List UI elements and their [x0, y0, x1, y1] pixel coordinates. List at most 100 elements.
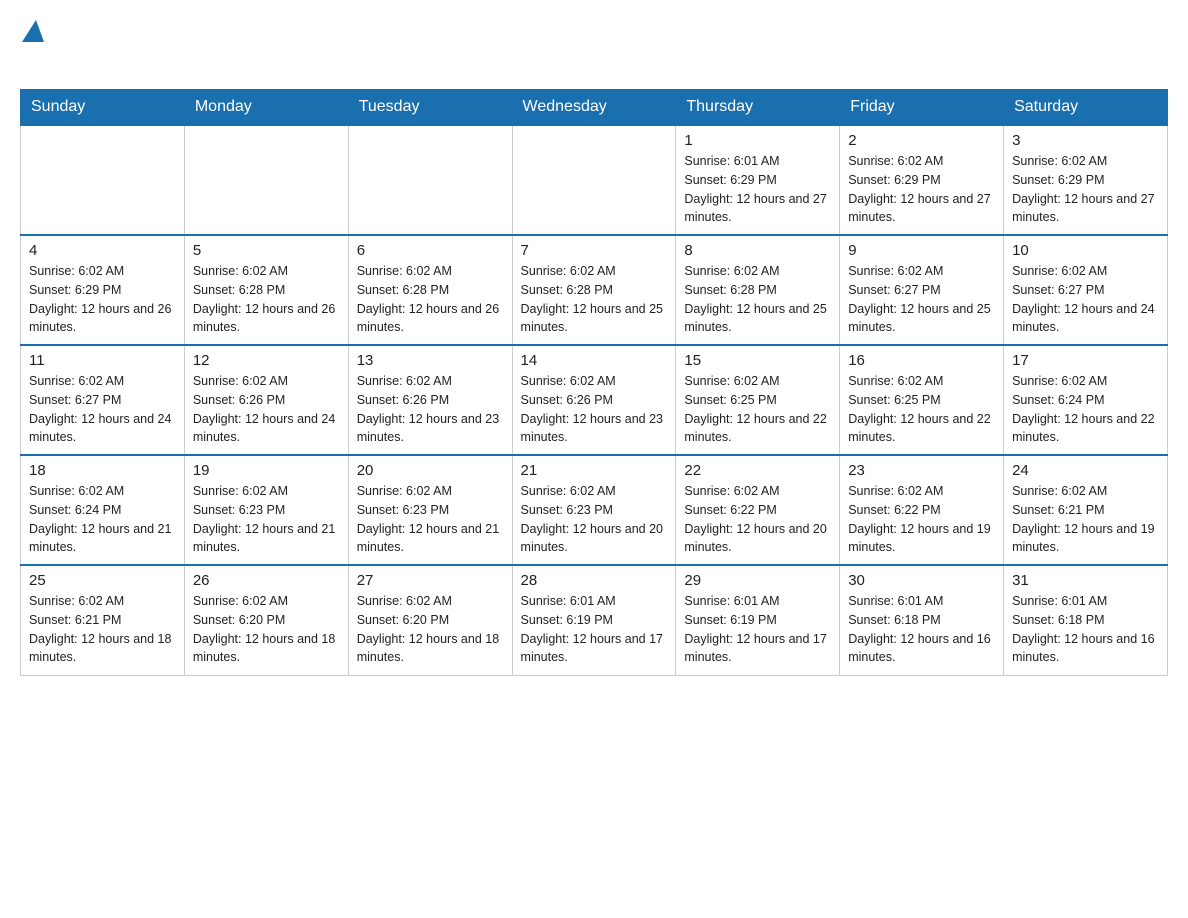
day-number: 18 — [29, 462, 176, 479]
calendar-cell: 22 Sunrise: 6:02 AMSunset: 6:22 PMDayligh… — [676, 455, 840, 565]
calendar-cell: 27 Sunrise: 6:02 AMSunset: 6:20 PMDayligh… — [348, 565, 512, 675]
day-number: 30 — [848, 572, 995, 589]
column-header-friday: Friday — [840, 90, 1004, 126]
day-number: 9 — [848, 242, 995, 259]
day-info: Sunrise: 6:02 AMSunset: 6:28 PMDaylight:… — [521, 262, 668, 337]
calendar-cell: 3 Sunrise: 6:02 AMSunset: 6:29 PMDaylight… — [1004, 125, 1168, 235]
calendar-cell — [21, 125, 185, 235]
calendar-cell: 1 Sunrise: 6:01 AMSunset: 6:29 PMDaylight… — [676, 125, 840, 235]
calendar-week-3: 11 Sunrise: 6:02 AMSunset: 6:27 PMDayligh… — [21, 345, 1168, 455]
calendar-cell: 30Sunrise: 6:01 AMSunset: 6:18 PMDayligh… — [840, 565, 1004, 675]
calendar-cell: 5 Sunrise: 6:02 AMSunset: 6:28 PMDaylight… — [184, 235, 348, 345]
day-number: 8 — [684, 242, 831, 259]
calendar-cell: 14 Sunrise: 6:02 AMSunset: 6:26 PMDayligh… — [512, 345, 676, 455]
day-info: Sunrise: 6:02 AMSunset: 6:22 PMDaylight:… — [684, 482, 831, 557]
day-info: Sunrise: 6:02 AMSunset: 6:28 PMDaylight:… — [357, 262, 504, 337]
day-info: Sunrise: 6:02 AMSunset: 6:20 PMDaylight:… — [357, 592, 504, 667]
day-info: Sunrise: 6:02 AMSunset: 6:29 PMDaylight:… — [848, 152, 995, 227]
day-info: Sunrise: 6:02 AMSunset: 6:27 PMDaylight:… — [29, 372, 176, 447]
column-header-saturday: Saturday — [1004, 90, 1168, 126]
calendar-cell: 17Sunrise: 6:02 AMSunset: 6:24 PMDayligh… — [1004, 345, 1168, 455]
day-info: Sunrise: 6:02 AMSunset: 6:22 PMDaylight:… — [848, 482, 995, 557]
logo-triangle-icon — [22, 20, 44, 42]
calendar-cell: 24 Sunrise: 6:02 AMSunset: 6:21 PMDayligh… — [1004, 455, 1168, 565]
day-info: Sunrise: 6:02 AMSunset: 6:25 PMDaylight:… — [848, 372, 995, 447]
column-header-wednesday: Wednesday — [512, 90, 676, 126]
day-number: 20 — [357, 462, 504, 479]
day-number: 25 — [29, 572, 176, 589]
day-info: Sunrise: 6:01 AMSunset: 6:29 PMDaylight:… — [684, 152, 831, 227]
calendar-cell: 19Sunrise: 6:02 AMSunset: 6:23 PMDayligh… — [184, 455, 348, 565]
calendar-cell: 15 Sunrise: 6:02 AMSunset: 6:25 PMDayligh… — [676, 345, 840, 455]
day-info: Sunrise: 6:02 AMSunset: 6:26 PMDaylight:… — [521, 372, 668, 447]
day-info: Sunrise: 6:02 AMSunset: 6:29 PMDaylight:… — [1012, 152, 1159, 227]
calendar-week-5: 25 Sunrise: 6:02 AMSunset: 6:21 PMDayligh… — [21, 565, 1168, 675]
day-number: 29 — [684, 572, 831, 589]
day-info: Sunrise: 6:02 AMSunset: 6:21 PMDaylight:… — [1012, 482, 1159, 557]
calendar-cell: 16 Sunrise: 6:02 AMSunset: 6:25 PMDayligh… — [840, 345, 1004, 455]
calendar-cell: 18 Sunrise: 6:02 AMSunset: 6:24 PMDayligh… — [21, 455, 185, 565]
calendar-week-4: 18 Sunrise: 6:02 AMSunset: 6:24 PMDayligh… — [21, 455, 1168, 565]
day-number: 22 — [684, 462, 831, 479]
column-header-sunday: Sunday — [21, 90, 185, 126]
day-number: 15 — [684, 352, 831, 369]
day-number: 24 — [1012, 462, 1159, 479]
day-info: Sunrise: 6:02 AMSunset: 6:24 PMDaylight:… — [1012, 372, 1159, 447]
calendar-cell: 23 Sunrise: 6:02 AMSunset: 6:22 PMDayligh… — [840, 455, 1004, 565]
calendar-cell: 25 Sunrise: 6:02 AMSunset: 6:21 PMDayligh… — [21, 565, 185, 675]
day-number: 28 — [521, 572, 668, 589]
day-number: 7 — [521, 242, 668, 259]
day-number: 1 — [684, 132, 831, 149]
day-info: Sunrise: 6:02 AMSunset: 6:28 PMDaylight:… — [193, 262, 340, 337]
calendar-header-row: SundayMondayTuesdayWednesdayThursdayFrid… — [21, 90, 1168, 126]
calendar-cell: 6 Sunrise: 6:02 AMSunset: 6:28 PMDaylight… — [348, 235, 512, 345]
day-number: 11 — [29, 352, 176, 369]
calendar-cell: 11 Sunrise: 6:02 AMSunset: 6:27 PMDayligh… — [21, 345, 185, 455]
day-info: Sunrise: 6:02 AMSunset: 6:23 PMDaylight:… — [357, 482, 504, 557]
day-number: 27 — [357, 572, 504, 589]
day-info: Sunrise: 6:02 AMSunset: 6:25 PMDaylight:… — [684, 372, 831, 447]
day-number: 10 — [1012, 242, 1159, 259]
day-info: Sunrise: 6:02 AMSunset: 6:26 PMDaylight:… — [357, 372, 504, 447]
day-info: Sunrise: 6:02 AMSunset: 6:20 PMDaylight:… — [193, 592, 340, 667]
calendar-week-1: 1 Sunrise: 6:01 AMSunset: 6:29 PMDaylight… — [21, 125, 1168, 235]
calendar-cell: 21Sunrise: 6:02 AMSunset: 6:23 PMDayligh… — [512, 455, 676, 565]
day-number: 13 — [357, 352, 504, 369]
calendar-cell: 2 Sunrise: 6:02 AMSunset: 6:29 PMDaylight… — [840, 125, 1004, 235]
day-number: 3 — [1012, 132, 1159, 149]
day-number: 31 — [1012, 572, 1159, 589]
day-info: Sunrise: 6:02 AMSunset: 6:28 PMDaylight:… — [684, 262, 831, 337]
day-number: 14 — [521, 352, 668, 369]
day-info: Sunrise: 6:01 AMSunset: 6:19 PMDaylight:… — [684, 592, 831, 667]
day-info: Sunrise: 6:02 AMSunset: 6:27 PMDaylight:… — [848, 262, 995, 337]
day-number: 16 — [848, 352, 995, 369]
day-number: 4 — [29, 242, 176, 259]
day-number: 5 — [193, 242, 340, 259]
day-info: Sunrise: 6:02 AMSunset: 6:23 PMDaylight:… — [521, 482, 668, 557]
day-info: Sunrise: 6:02 AMSunset: 6:26 PMDaylight:… — [193, 372, 340, 447]
calendar-cell: 26 Sunrise: 6:02 AMSunset: 6:20 PMDayligh… — [184, 565, 348, 675]
day-info: Sunrise: 6:01 AMSunset: 6:18 PMDaylight:… — [1012, 592, 1159, 667]
day-info: Sunrise: 6:02 AMSunset: 6:27 PMDaylight:… — [1012, 262, 1159, 337]
calendar-cell — [348, 125, 512, 235]
calendar-cell: 4Sunrise: 6:02 AMSunset: 6:29 PMDaylight… — [21, 235, 185, 345]
calendar-week-2: 4Sunrise: 6:02 AMSunset: 6:29 PMDaylight… — [21, 235, 1168, 345]
day-number: 12 — [193, 352, 340, 369]
day-info: Sunrise: 6:02 AMSunset: 6:23 PMDaylight:… — [193, 482, 340, 557]
calendar-cell: 10 Sunrise: 6:02 AMSunset: 6:27 PMDayligh… — [1004, 235, 1168, 345]
day-number: 2 — [848, 132, 995, 149]
calendar-cell: 8 Sunrise: 6:02 AMSunset: 6:28 PMDaylight… — [676, 235, 840, 345]
day-info: Sunrise: 6:02 AMSunset: 6:24 PMDaylight:… — [29, 482, 176, 557]
column-header-tuesday: Tuesday — [348, 90, 512, 126]
calendar-cell — [184, 125, 348, 235]
calendar-cell: 31 Sunrise: 6:01 AMSunset: 6:18 PMDayligh… — [1004, 565, 1168, 675]
calendar-cell: 9 Sunrise: 6:02 AMSunset: 6:27 PMDaylight… — [840, 235, 1004, 345]
column-header-monday: Monday — [184, 90, 348, 126]
page-header — [20, 20, 1168, 73]
day-number: 23 — [848, 462, 995, 479]
day-number: 26 — [193, 572, 340, 589]
logo — [20, 20, 44, 73]
day-info: Sunrise: 6:02 AMSunset: 6:21 PMDaylight:… — [29, 592, 176, 667]
calendar-cell — [512, 125, 676, 235]
day-number: 6 — [357, 242, 504, 259]
